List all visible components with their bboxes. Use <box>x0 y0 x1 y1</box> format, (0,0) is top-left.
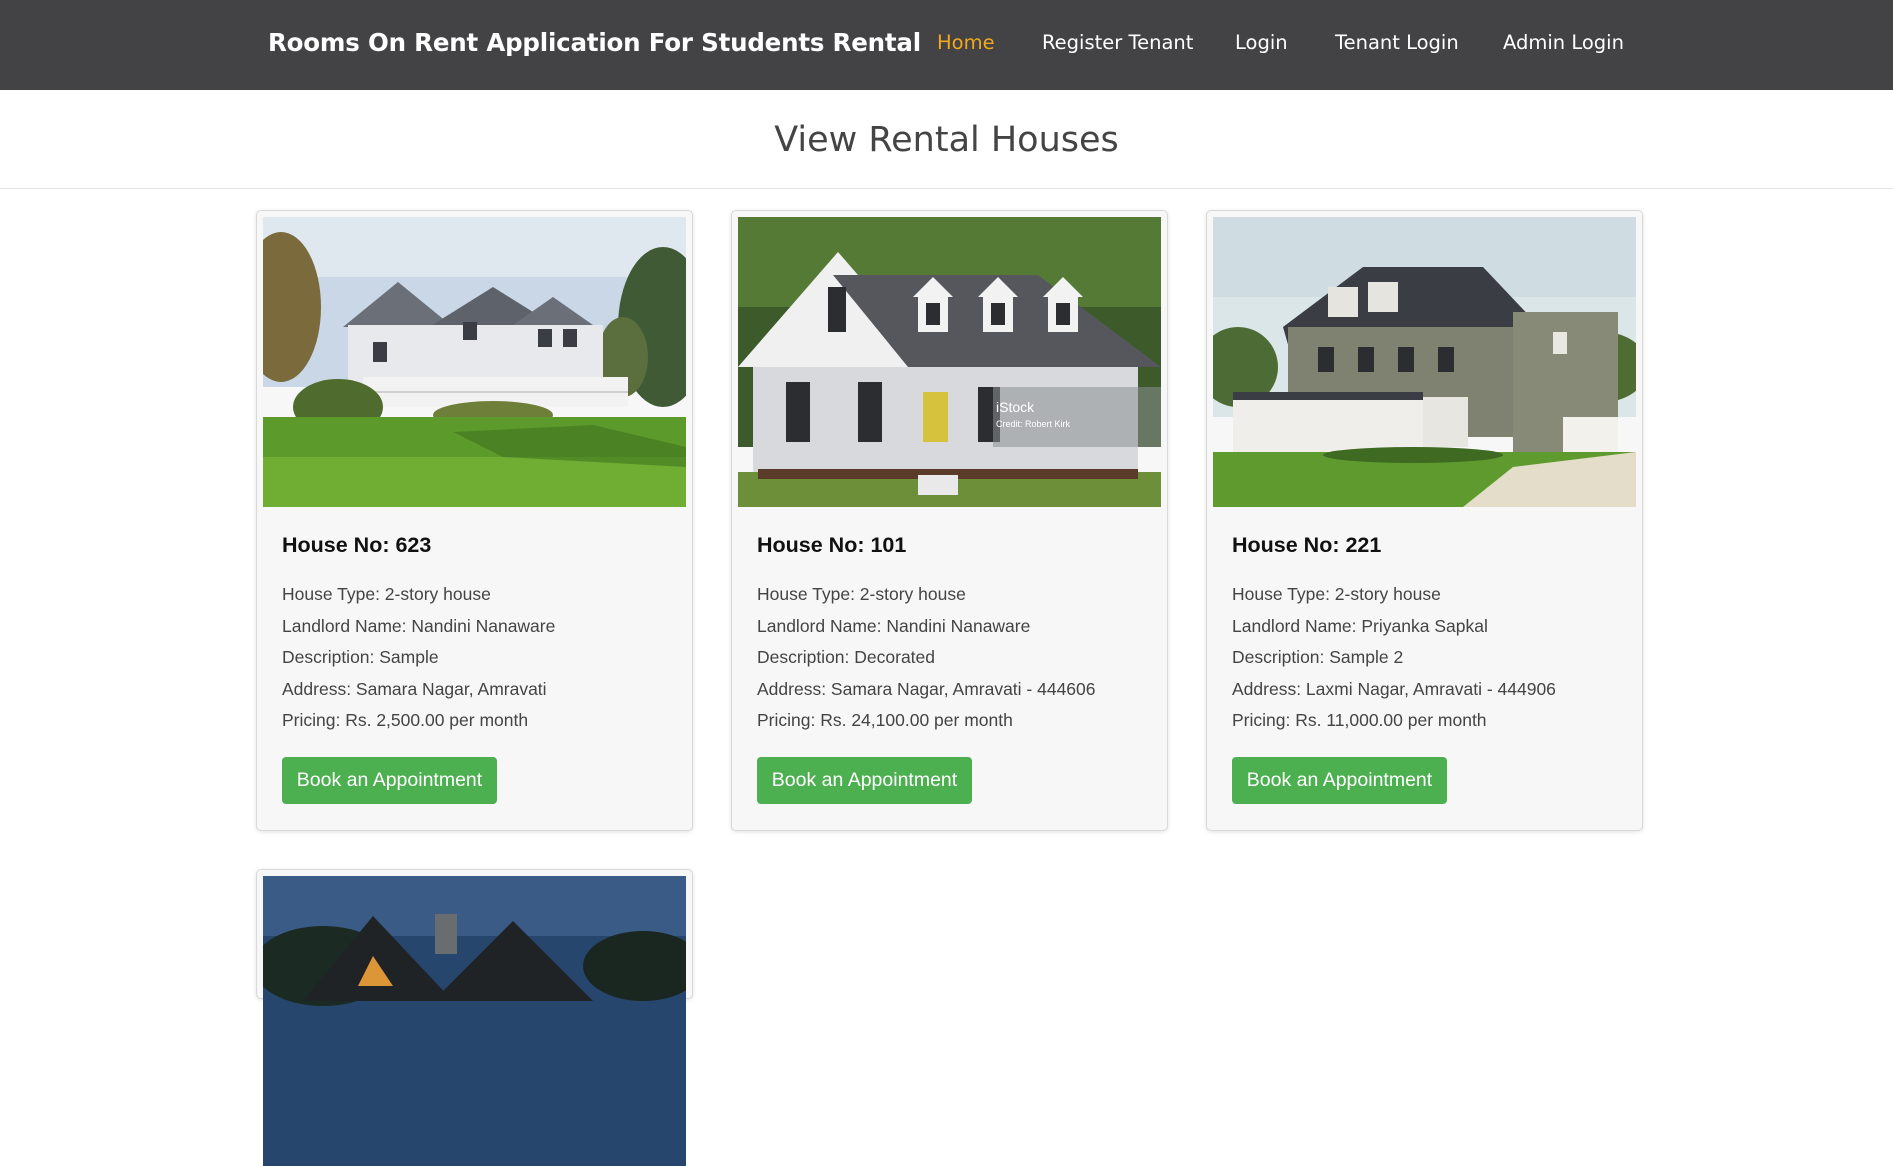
house-address: Address: Laxmi Nagar, Amravati - 444906 <box>1232 679 1556 699</box>
brand-title[interactable]: Rooms On Rent Application For Students R… <box>268 28 921 57</box>
book-appointment-button[interactable]: Book an Appointment <box>282 757 497 804</box>
house-address: Address: Samara Nagar, Amravati <box>282 679 547 699</box>
house-address: Address: Samara Nagar, Amravati - 444606 <box>757 679 1096 699</box>
house-photo <box>263 217 686 507</box>
landlord-name: Landlord Name: Nandini Nanaware <box>282 616 556 636</box>
house-type: House Type: 2-story house <box>282 584 491 604</box>
nav-admin-login-link[interactable]: Admin Login <box>1503 31 1624 54</box>
house-photo: iStock Credit: Robert Kirk <box>738 217 1161 507</box>
house-pricing: Pricing: Rs. 11,000.00 per month <box>1232 710 1487 730</box>
house-pricing: Pricing: Rs. 24,100.00 per month <box>757 710 1013 730</box>
house-description: Description: Sample <box>282 647 439 667</box>
landlord-name: Landlord Name: Priyanka Sapkal <box>1232 616 1488 636</box>
house-number: House No: 623 <box>282 533 432 557</box>
nav-home-link[interactable]: Home <box>937 31 995 54</box>
landlord-name: Landlord Name: Nandini Nanaware <box>757 616 1031 636</box>
top-navbar: Rooms On Rent Application For Students R… <box>0 0 1893 90</box>
house-number: House No: 221 <box>1232 533 1382 557</box>
nav-tenant-login-link[interactable]: Tenant Login <box>1335 31 1459 54</box>
house-card: iStock Credit: Robert Kirk House No: 101… <box>731 210 1168 831</box>
house-type: House Type: 2-story house <box>1232 584 1441 604</box>
svg-text:Credit: Robert Kirk: Credit: Robert Kirk <box>996 419 1071 429</box>
house-photo <box>263 876 686 1166</box>
house-photo <box>1213 217 1636 507</box>
house-type: House Type: 2-story house <box>757 584 966 604</box>
house-description: Description: Decorated <box>757 647 935 667</box>
page-title: View Rental Houses <box>774 120 1119 160</box>
nav-register-tenant-link[interactable]: Register Tenant <box>1042 31 1193 54</box>
heading-divider <box>0 188 1893 189</box>
house-pricing: Pricing: Rs. 2,500.00 per month <box>282 710 529 730</box>
house-number: House No: 101 <box>757 533 907 557</box>
house-card: House No: 221 House Type: 2-story house … <box>1206 210 1643 831</box>
book-appointment-button[interactable]: Book an Appointment <box>757 757 972 804</box>
svg-text:iStock: iStock <box>996 399 1035 415</box>
book-appointment-button[interactable]: Book an Appointment <box>1232 757 1447 804</box>
house-description: Description: Sample 2 <box>1232 647 1404 667</box>
nav-login-link[interactable]: Login <box>1235 31 1288 54</box>
house-card: House No: 623 House Type: 2-story house … <box>256 210 693 831</box>
house-card <box>256 869 693 1166</box>
